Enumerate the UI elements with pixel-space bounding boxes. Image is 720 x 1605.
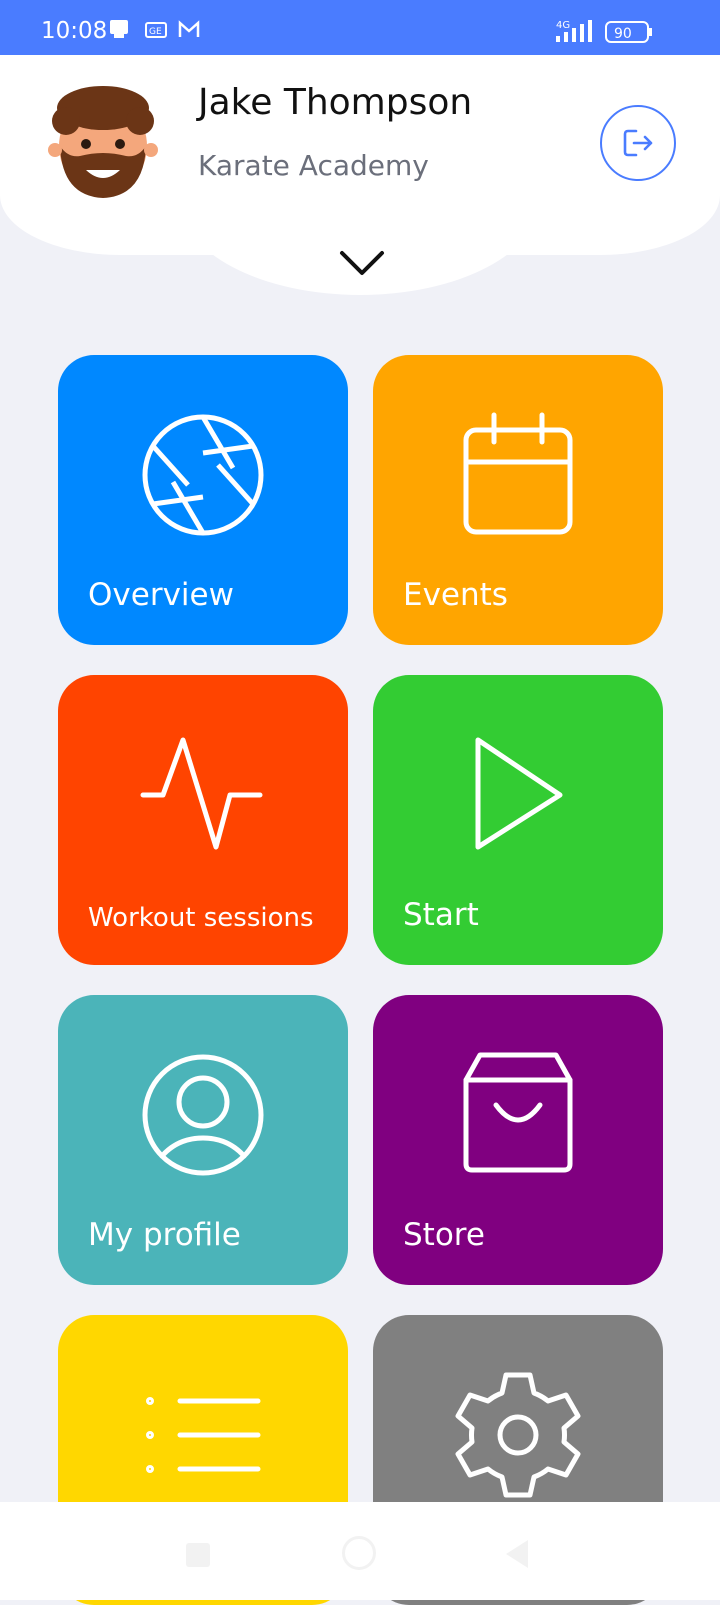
home-button[interactable] bbox=[342, 1536, 376, 1570]
notification-icons: GE bbox=[108, 18, 208, 46]
back-button[interactable] bbox=[506, 1540, 528, 1568]
play-icon bbox=[373, 715, 663, 875]
tile-label: Store bbox=[403, 1217, 485, 1253]
status-time: 10:08 bbox=[41, 18, 108, 44]
notification-icons-svg: GE bbox=[110, 20, 200, 38]
aperture-icon bbox=[58, 395, 348, 555]
tile-store[interactable]: Store bbox=[373, 995, 663, 1285]
logout-button[interactable] bbox=[600, 105, 676, 181]
tile-workout-sessions[interactable]: Workout sessions bbox=[58, 675, 348, 965]
expand-header-button[interactable] bbox=[336, 245, 388, 279]
list-icon bbox=[58, 1355, 348, 1515]
system-icons: 4G 90 bbox=[552, 18, 662, 52]
system-nav-bar bbox=[0, 1502, 720, 1600]
chevron-down-icon bbox=[340, 251, 384, 275]
tile-label: Overview bbox=[88, 577, 234, 613]
tile-label: Workout sessions bbox=[88, 903, 314, 933]
tile-start[interactable]: Start bbox=[373, 675, 663, 965]
status-bar: 10:08 GE 4G 90 bbox=[0, 0, 720, 55]
calendar-icon bbox=[373, 395, 663, 555]
avatar bbox=[46, 86, 161, 201]
shopping-bag-icon bbox=[373, 1035, 663, 1195]
user-circle-icon bbox=[58, 1035, 348, 1195]
tile-label: Events bbox=[403, 577, 508, 613]
tile-events[interactable]: Events bbox=[373, 355, 663, 645]
academy-name: Karate Academy bbox=[198, 149, 429, 182]
logout-icon bbox=[623, 129, 653, 157]
tile-overview[interactable]: Overview bbox=[58, 355, 348, 645]
network-label: 4G bbox=[556, 20, 570, 31]
user-name: Jake Thompson bbox=[198, 82, 473, 123]
svg-text:GE: GE bbox=[149, 27, 162, 37]
svg-text:90: 90 bbox=[614, 26, 632, 42]
gear-icon bbox=[373, 1355, 663, 1515]
recent-apps-button[interactable] bbox=[186, 1543, 210, 1567]
tile-my-profile[interactable]: My profile bbox=[58, 995, 348, 1285]
tile-label: Start bbox=[403, 897, 479, 933]
tile-label: My profile bbox=[88, 1217, 241, 1253]
activity-icon bbox=[58, 715, 348, 875]
